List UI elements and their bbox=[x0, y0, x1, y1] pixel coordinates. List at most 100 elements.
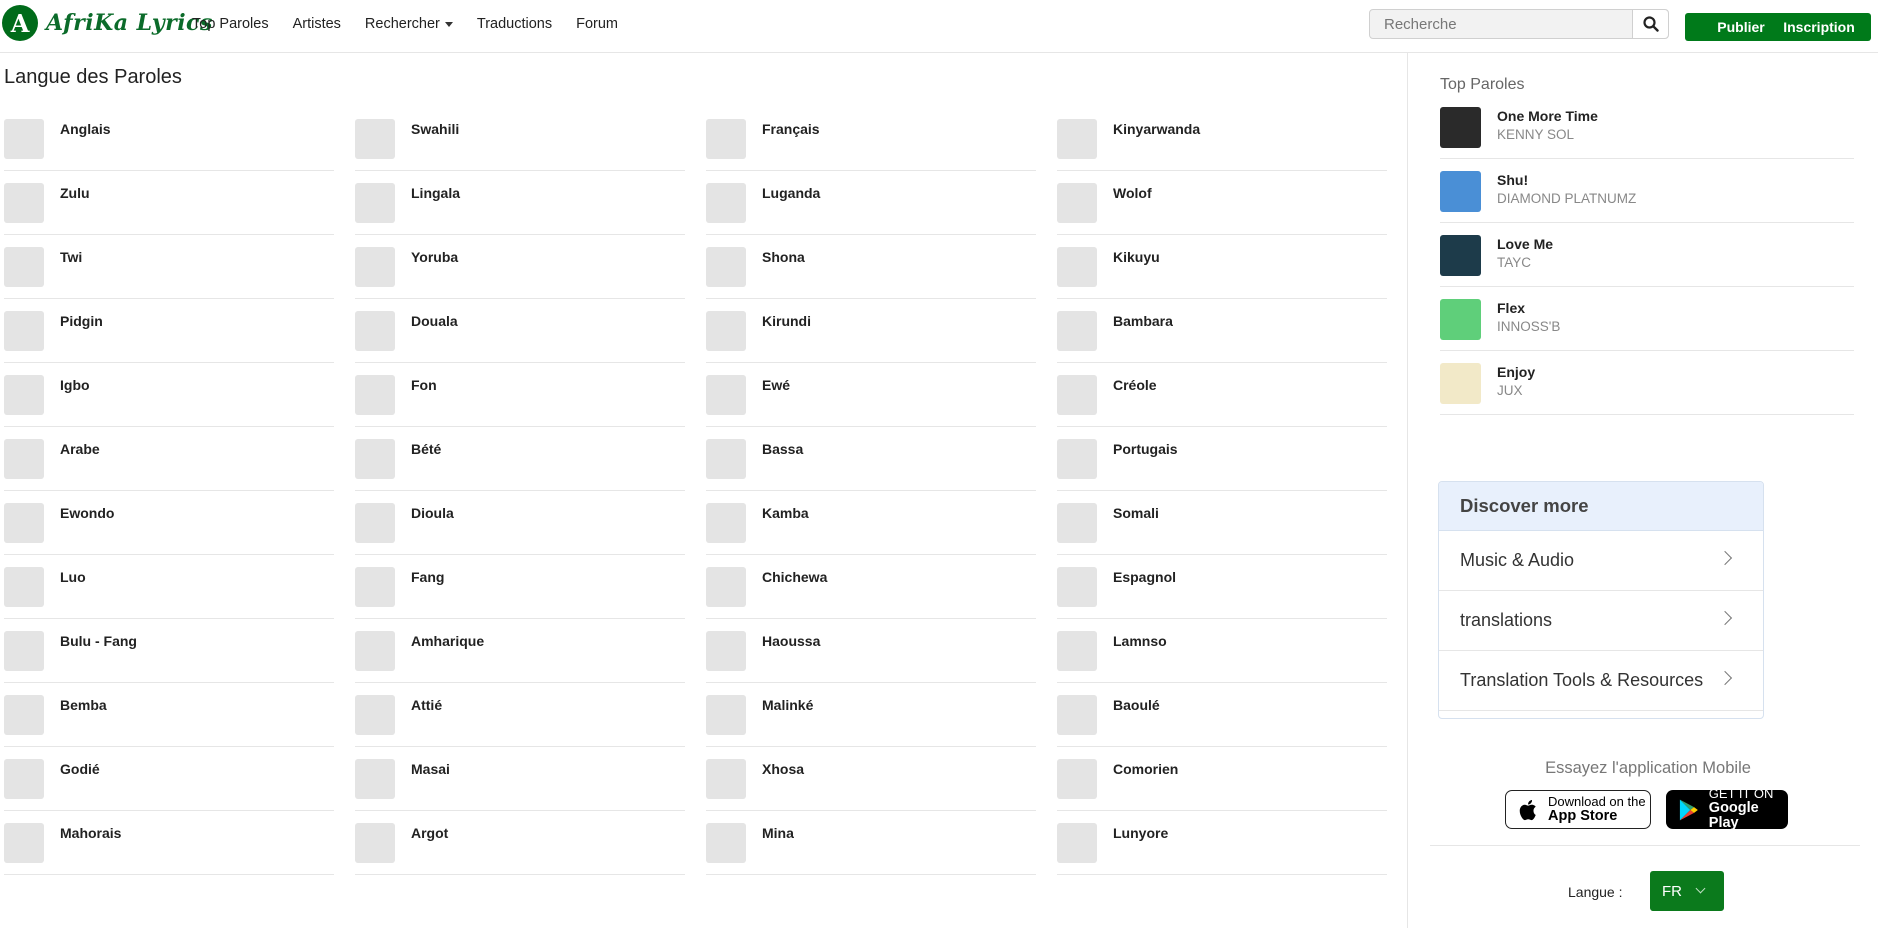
language-name: Arabe bbox=[60, 441, 100, 457]
language-name: Lingala bbox=[411, 185, 461, 201]
language-item[interactable]: Douala bbox=[355, 292, 685, 363]
language-thumbnail bbox=[706, 695, 746, 735]
language-item[interactable]: Haoussa bbox=[706, 612, 1036, 683]
language-item[interactable]: Bemba bbox=[4, 676, 334, 747]
top-song-item[interactable]: Enjoy JUX bbox=[1440, 351, 1854, 415]
language-item[interactable]: Comorien bbox=[1057, 740, 1387, 811]
song-artist: KENNY SOL bbox=[1497, 127, 1575, 142]
language-item[interactable]: Chichewa bbox=[706, 548, 1036, 619]
language-item[interactable]: Igbo bbox=[4, 356, 334, 427]
language-item[interactable]: Fang bbox=[355, 548, 685, 619]
search-button[interactable] bbox=[1632, 10, 1668, 38]
language-thumbnail bbox=[706, 567, 746, 607]
top-song-item[interactable]: Love Me TAYC bbox=[1440, 223, 1854, 287]
top-song-item[interactable]: One More Time KENNY SOL bbox=[1440, 95, 1854, 159]
language-item[interactable]: Argot bbox=[355, 804, 685, 875]
google-play-button[interactable]: GET IT ON Google Play bbox=[1666, 787, 1788, 831]
language-name: Masai bbox=[411, 761, 450, 777]
language-item[interactable]: Bété bbox=[355, 420, 685, 491]
language-item[interactable]: Somali bbox=[1057, 484, 1387, 555]
language-item[interactable]: Twi bbox=[4, 228, 334, 299]
song-artist: INNOSS'B bbox=[1497, 319, 1561, 334]
language-item[interactable]: Yoruba bbox=[355, 228, 685, 299]
google-play-icon bbox=[1679, 799, 1698, 820]
language-item[interactable]: Kikuyu bbox=[1057, 228, 1387, 299]
language-item[interactable]: Attié bbox=[355, 676, 685, 747]
language-name: Kikuyu bbox=[1113, 249, 1160, 265]
language-item[interactable]: Fon bbox=[355, 356, 685, 427]
language-item[interactable]: Mahorais bbox=[4, 804, 334, 875]
language-item[interactable]: Kinyarwanda bbox=[1057, 100, 1387, 171]
language-select[interactable]: FR bbox=[1650, 871, 1724, 911]
search-input[interactable] bbox=[1370, 10, 1632, 38]
language-item[interactable]: Swahili bbox=[355, 100, 685, 171]
language-item[interactable]: Shona bbox=[706, 228, 1036, 299]
language-item[interactable]: Lunyore bbox=[1057, 804, 1387, 875]
discover-item-translations[interactable]: translations bbox=[1439, 591, 1763, 651]
language-item[interactable]: Bambara bbox=[1057, 292, 1387, 363]
language-thumbnail bbox=[1057, 183, 1097, 223]
language-item[interactable]: Français bbox=[706, 100, 1036, 171]
language-item[interactable]: Lingala bbox=[355, 164, 685, 235]
language-name: Malinké bbox=[762, 697, 814, 713]
language-item[interactable]: Lamnso bbox=[1057, 612, 1387, 683]
nav-top-paroles[interactable]: Top Paroles bbox=[192, 16, 269, 32]
language-item[interactable]: Mina bbox=[706, 804, 1036, 875]
top-song-item[interactable]: Shu! DIAMOND PLATNUMZ bbox=[1440, 159, 1854, 223]
language-item[interactable]: Amharique bbox=[355, 612, 685, 683]
language-thumbnail bbox=[706, 823, 746, 863]
language-item[interactable]: Baoulé bbox=[1057, 676, 1387, 747]
language-thumbnail bbox=[4, 823, 44, 863]
language-thumbnail bbox=[706, 503, 746, 543]
language-row: Arabe Bété Bassa Portugais bbox=[4, 420, 1387, 491]
language-item[interactable]: Ewé bbox=[706, 356, 1036, 427]
language-item[interactable]: Dioula bbox=[355, 484, 685, 555]
signup-button[interactable]: Inscription bbox=[1767, 13, 1871, 41]
language-name: Twi bbox=[60, 249, 83, 265]
language-item[interactable]: Malinké bbox=[706, 676, 1036, 747]
language-item[interactable]: Masai bbox=[355, 740, 685, 811]
language-thumbnail bbox=[706, 119, 746, 159]
language-item[interactable]: Bassa bbox=[706, 420, 1036, 491]
language-item[interactable]: Espagnol bbox=[1057, 548, 1387, 619]
language-item[interactable]: Bulu - Fang bbox=[4, 612, 334, 683]
language-item[interactable]: Godié bbox=[4, 740, 334, 811]
language-thumbnail bbox=[706, 247, 746, 287]
language-thumbnail bbox=[355, 311, 395, 351]
discover-item-music-audio[interactable]: Music & Audio bbox=[1439, 531, 1763, 591]
site-logo[interactable]: A AfriKa Lyrics bbox=[2, 5, 213, 41]
language-select-value: FR bbox=[1662, 882, 1682, 900]
language-item[interactable]: Créole bbox=[1057, 356, 1387, 427]
language-name: Yoruba bbox=[411, 249, 459, 265]
song-title: Flex bbox=[1497, 300, 1526, 316]
top-navbar: A AfriKa Lyrics Top Paroles Artistes Rec… bbox=[0, 0, 1878, 53]
app-store-button[interactable]: Download on the App Store bbox=[1505, 790, 1651, 829]
language-item[interactable]: Kamba bbox=[706, 484, 1036, 555]
language-name: Haoussa bbox=[762, 633, 821, 649]
language-thumbnail bbox=[706, 183, 746, 223]
language-item[interactable]: Portugais bbox=[1057, 420, 1387, 491]
nav-forum[interactable]: Forum bbox=[576, 16, 618, 32]
nav-artistes[interactable]: Artistes bbox=[293, 16, 341, 32]
language-thumbnail bbox=[4, 695, 44, 735]
language-thumbnail bbox=[4, 247, 44, 287]
language-item[interactable]: Xhosa bbox=[706, 740, 1036, 811]
language-item[interactable]: Luganda bbox=[706, 164, 1036, 235]
language-name: Ewé bbox=[762, 377, 791, 393]
language-item[interactable]: Kirundi bbox=[706, 292, 1036, 363]
song-artist: JUX bbox=[1497, 383, 1523, 398]
language-row: Mahorais Argot Mina Lunyore bbox=[4, 804, 1387, 875]
language-item[interactable]: Luo bbox=[4, 548, 334, 619]
top-song-item[interactable]: Flex INNOSS'B bbox=[1440, 287, 1854, 351]
discover-item-translation-tools[interactable]: Translation Tools & Resources bbox=[1439, 651, 1763, 711]
language-item[interactable]: Ewondo bbox=[4, 484, 334, 555]
language-item[interactable]: Pidgin bbox=[4, 292, 334, 363]
language-item[interactable]: Anglais bbox=[4, 100, 334, 171]
language-thumbnail bbox=[355, 695, 395, 735]
nav-rechercher-dropdown[interactable]: Rechercher bbox=[365, 16, 453, 32]
language-item[interactable]: Wolof bbox=[1057, 164, 1387, 235]
language-thumbnail bbox=[355, 567, 395, 607]
language-item[interactable]: Zulu bbox=[4, 164, 334, 235]
language-item[interactable]: Arabe bbox=[4, 420, 334, 491]
nav-traductions[interactable]: Traductions bbox=[477, 16, 552, 32]
